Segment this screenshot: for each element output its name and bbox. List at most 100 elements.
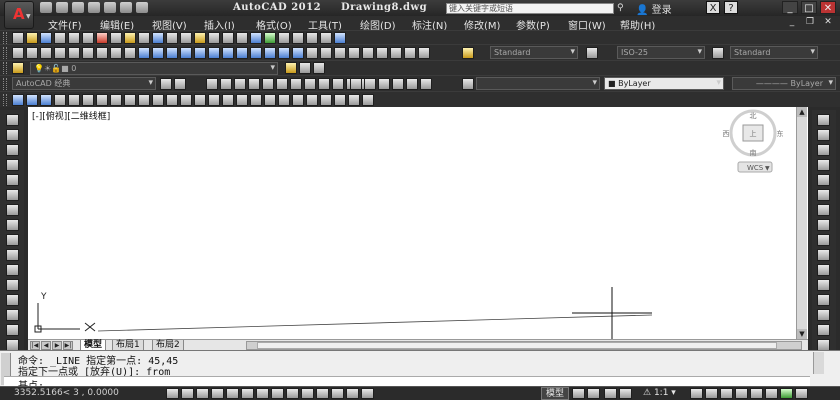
polyline-icon[interactable] xyxy=(6,144,19,156)
ellipse-arc-icon[interactable] xyxy=(6,264,19,276)
loft-icon[interactable] xyxy=(180,47,192,59)
doc-restore-icon[interactable]: ❐ xyxy=(804,16,816,28)
pan-status-icon[interactable] xyxy=(604,388,617,399)
rectangle-icon[interactable] xyxy=(6,174,19,186)
lineweight-display-icon[interactable] xyxy=(316,388,329,399)
revision-cloud-icon[interactable] xyxy=(6,219,19,231)
break-at-point-icon[interactable] xyxy=(817,279,830,291)
free-orbit-icon[interactable] xyxy=(26,94,38,106)
cylinder-icon[interactable] xyxy=(82,47,94,59)
dynamic-ucs-icon[interactable] xyxy=(286,388,299,399)
3d-align-icon[interactable] xyxy=(348,47,360,59)
minimize-icon[interactable]: _ xyxy=(782,1,798,14)
make-block-icon[interactable] xyxy=(6,294,19,306)
jogged-icon[interactable] xyxy=(124,94,136,106)
text-style-icon[interactable] xyxy=(462,47,474,59)
spline-icon[interactable] xyxy=(6,234,19,246)
toolbar-grip[interactable] xyxy=(3,94,7,106)
view-icon[interactable] xyxy=(418,47,430,59)
continuous-orbit-icon[interactable] xyxy=(40,94,52,106)
close-icon[interactable]: ✕ xyxy=(820,1,836,14)
quick-view-layouts-icon[interactable] xyxy=(572,388,585,399)
scroll-up-icon[interactable]: ▲ xyxy=(797,107,807,117)
object-snap-tracking-icon[interactable] xyxy=(271,388,284,399)
ucs-3point-icon[interactable] xyxy=(318,78,330,90)
ucs-world-icon[interactable] xyxy=(220,78,232,90)
tolerance-icon[interactable] xyxy=(236,94,248,106)
linetype-select[interactable]: ———— ByLayer xyxy=(732,77,836,90)
polygon-icon[interactable] xyxy=(6,159,19,171)
publish-icon[interactable] xyxy=(82,32,94,44)
ellipse-icon[interactable] xyxy=(6,249,19,261)
infer-constraints-icon[interactable] xyxy=(166,388,179,399)
baseline-icon[interactable] xyxy=(180,94,192,106)
quick-properties-icon[interactable] xyxy=(346,388,359,399)
exchange-icon[interactable]: X xyxy=(706,1,720,14)
open-icon[interactable] xyxy=(26,32,38,44)
toolbar-grip[interactable] xyxy=(3,47,7,59)
zoom-realtime-icon[interactable] xyxy=(208,32,220,44)
layer-states-icon[interactable] xyxy=(313,62,325,74)
scale-icon[interactable] xyxy=(817,219,830,231)
lock-ui-icon[interactable] xyxy=(735,388,748,399)
hatch-icon[interactable] xyxy=(6,324,19,336)
ordinate-icon[interactable] xyxy=(96,94,108,106)
toolbar-grip[interactable] xyxy=(3,62,7,74)
interfere-icon[interactable] xyxy=(390,47,402,59)
3d-rotate-icon[interactable] xyxy=(334,47,346,59)
save-as-icon[interactable] xyxy=(88,2,100,13)
color-select[interactable]: ■ ByLayer xyxy=(604,77,724,90)
stretch-icon[interactable] xyxy=(817,234,830,246)
sweep-icon[interactable] xyxy=(166,47,178,59)
hidden-icon[interactable] xyxy=(378,78,390,90)
horizontal-scroll-thumb[interactable] xyxy=(257,342,777,349)
aligned-dimension-icon[interactable] xyxy=(68,94,80,106)
visual-style-manager-icon[interactable] xyxy=(420,78,432,90)
array-icon[interactable] xyxy=(817,174,830,186)
flatshot-icon[interactable] xyxy=(404,47,416,59)
sheet-set-icon[interactable] xyxy=(292,32,304,44)
ucs-object-icon[interactable] xyxy=(262,78,274,90)
help-icon[interactable] xyxy=(334,32,346,44)
diameter-icon[interactable] xyxy=(138,94,150,106)
snap-mode-icon[interactable] xyxy=(181,388,194,399)
pyramid-icon[interactable] xyxy=(110,47,122,59)
annotation-visibility-icon[interactable] xyxy=(690,388,703,399)
viewcube[interactable]: 上 北 南 东 西 WCS ▼ xyxy=(723,109,784,173)
camera-icon[interactable] xyxy=(334,94,346,106)
new-file-icon[interactable] xyxy=(40,2,52,13)
save-icon[interactable] xyxy=(72,2,84,13)
cut-icon[interactable] xyxy=(96,32,108,44)
new-icon[interactable] xyxy=(12,32,24,44)
help-icon[interactable]: ? xyxy=(724,1,738,14)
offset-icon[interactable] xyxy=(817,159,830,171)
redo-icon[interactable] xyxy=(180,32,192,44)
3d-mirror-icon[interactable] xyxy=(362,47,374,59)
status-bar-menu-icon[interactable] xyxy=(780,388,793,399)
quickcalc-icon[interactable] xyxy=(320,32,332,44)
polar-tracking-icon[interactable] xyxy=(226,388,239,399)
union-icon[interactable] xyxy=(208,47,220,59)
jogged-linear-icon[interactable] xyxy=(278,94,290,106)
ucs-view-icon[interactable] xyxy=(276,78,288,90)
section-icon[interactable] xyxy=(264,47,276,59)
chamfer-icon[interactable] xyxy=(817,324,830,336)
construction-line-icon[interactable] xyxy=(6,129,19,141)
sphere-icon[interactable] xyxy=(68,47,80,59)
walk-icon[interactable] xyxy=(348,94,360,106)
circle-icon[interactable] xyxy=(6,204,19,216)
realistic-icon[interactable] xyxy=(392,78,404,90)
ucs-previous-icon[interactable] xyxy=(234,78,246,90)
move-icon[interactable] xyxy=(817,189,830,201)
layer-previous-icon[interactable] xyxy=(299,62,311,74)
line-icon[interactable] xyxy=(6,114,19,126)
help-search-input[interactable]: 键入关键字或短语 xyxy=(446,3,614,14)
search-icon[interactable]: ⚲ xyxy=(617,3,624,13)
text-style-select[interactable]: Standard xyxy=(490,46,578,59)
extend-icon[interactable] xyxy=(817,264,830,276)
object-snap-icon[interactable] xyxy=(241,388,254,399)
workspace-select[interactable]: AutoCAD 经典 xyxy=(12,77,156,90)
quick-dimension-icon[interactable] xyxy=(166,94,178,106)
angular-icon[interactable] xyxy=(152,94,164,106)
design-center-icon[interactable] xyxy=(264,32,276,44)
